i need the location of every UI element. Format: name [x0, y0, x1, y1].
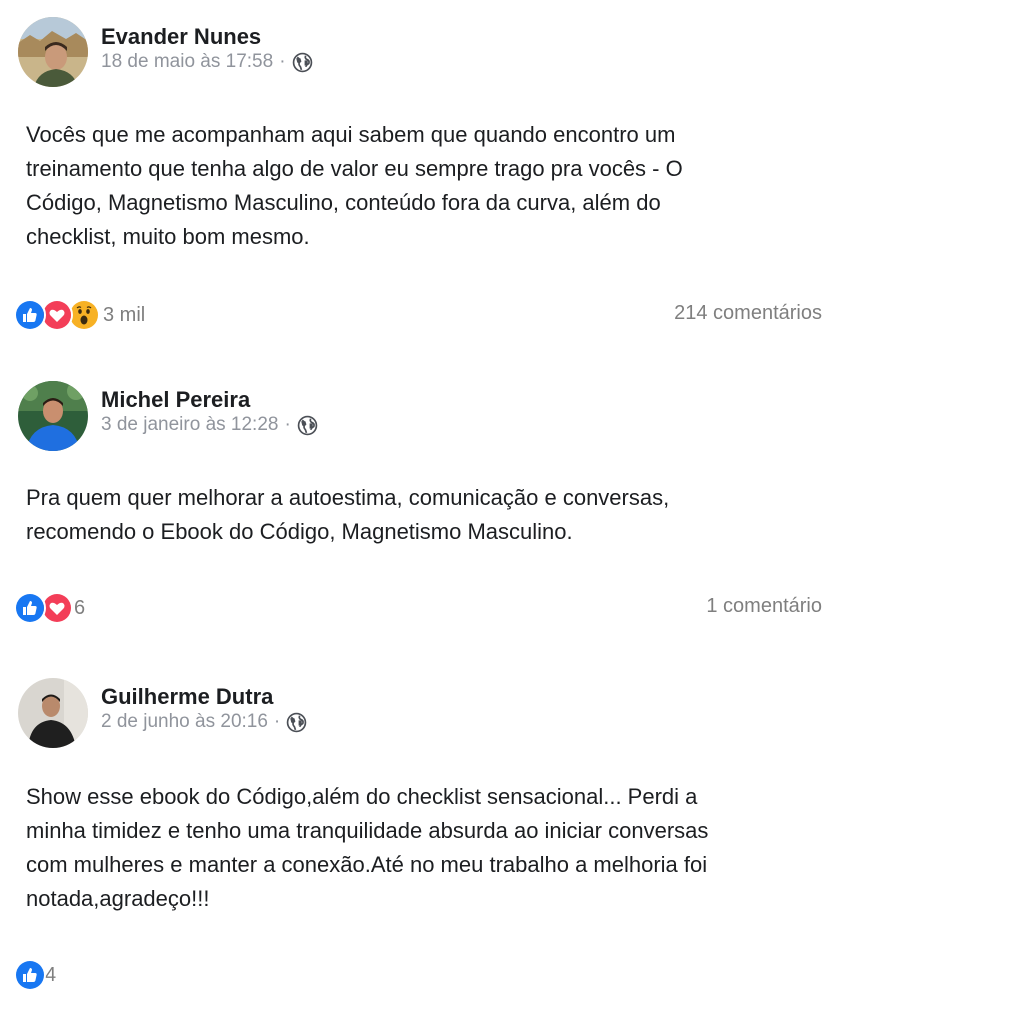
- meta-separator: ·: [279, 51, 286, 72]
- post-text: Show esse ebook do Código,além do checkl…: [26, 784, 709, 911]
- avatar[interactable]: [18, 381, 88, 451]
- like-icon: [14, 299, 46, 331]
- post-timestamp[interactable]: 2 de junho às 20:16: [101, 711, 268, 733]
- avatar[interactable]: [18, 17, 88, 87]
- post-timestamp[interactable]: 3 de janeiro às 12:28: [101, 414, 278, 436]
- reaction-count: 6: [74, 596, 86, 619]
- meta-separator: ·: [273, 711, 281, 732]
- meta-separator: ·: [284, 414, 291, 435]
- post-meta: 3 de janeiro às 12:28 ·: [101, 414, 318, 436]
- comments-count[interactable]: 214 comentários: [674, 302, 822, 325]
- comments-count[interactable]: 1 comentário: [706, 595, 822, 618]
- like-icon: [14, 959, 46, 991]
- post-author[interactable]: Evander Nunes: [101, 24, 261, 50]
- globe-icon[interactable]: [297, 415, 318, 436]
- like-icon: [14, 592, 46, 624]
- post-author[interactable]: Michel Pereira: [101, 387, 250, 413]
- post-evander-nunes: Evander Nunes 18 de maio às 17:58 · Você…: [0, 0, 1024, 350]
- reactions-summary[interactable]: 6: [14, 591, 85, 625]
- reactions-summary[interactable]: 3 mil: [14, 298, 145, 332]
- avatar[interactable]: [18, 678, 88, 748]
- reactions-summary[interactable]: 4: [14, 958, 56, 992]
- post-guilherme-dutra: Guilherme Dutra 2 de junho às 20:16 · Sh…: [0, 660, 1024, 1010]
- post-meta: 2 de junho às 20:16 ·: [101, 711, 307, 733]
- globe-icon[interactable]: [292, 52, 313, 73]
- post-meta: 18 de maio às 17:58 ·: [101, 51, 313, 73]
- reaction-count: 3 mil: [103, 303, 146, 326]
- post-timestamp[interactable]: 18 de maio às 17:58: [101, 51, 273, 73]
- post-michel-pereira: Michel Pereira 3 de janeiro às 12:28 · P…: [0, 360, 1024, 650]
- post-author[interactable]: Guilherme Dutra: [101, 684, 273, 710]
- post-text: Pra quem quer melhorar a autoestima, com…: [26, 485, 670, 544]
- globe-icon[interactable]: [286, 712, 307, 733]
- post-text: Vocês que me acompanham aqui sabem que q…: [26, 122, 683, 249]
- reaction-count: 4: [45, 963, 57, 986]
